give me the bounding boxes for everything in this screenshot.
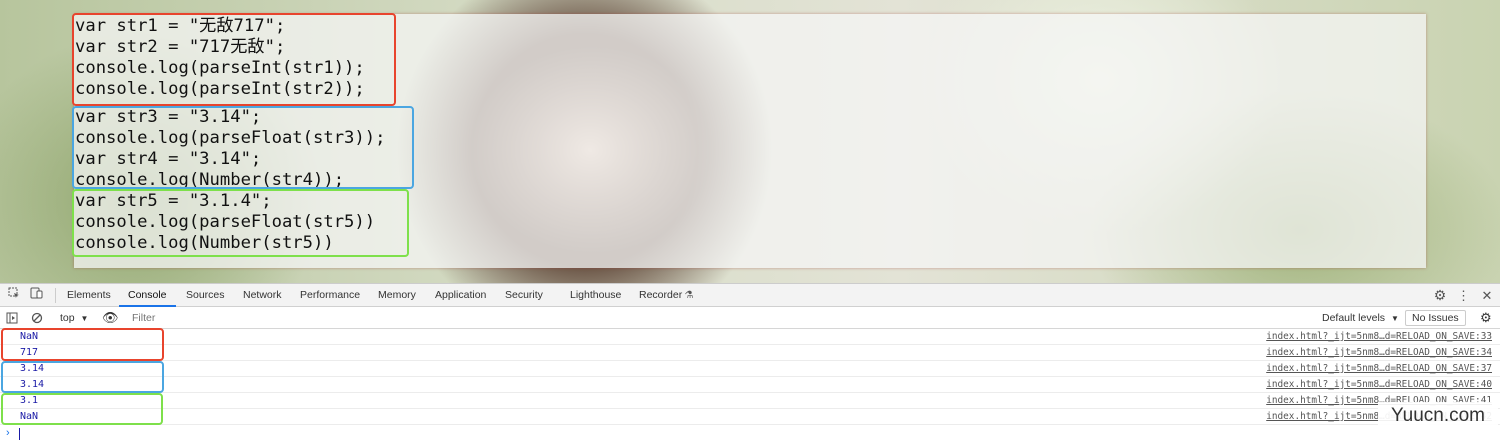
source-link[interactable]: index.html?_ijt=5nm8…d=RELOAD_ON_SAVE:33 [1266,331,1492,342]
more-options-icon[interactable]: ⋮ [1457,284,1470,307]
blue-output-box [1,361,164,393]
red-highlight-box [72,13,396,106]
close-icon[interactable]: ✕ [1480,284,1494,307]
tab-network[interactable]: Network [243,284,282,307]
source-link[interactable]: index.html?_ijt=5nm8…d=RELOAD_ON_SAVE:40 [1266,379,1492,390]
flask-icon: ⚗ [684,290,694,301]
green-output-box [1,393,163,425]
default-levels-label: Default levels [1322,312,1386,324]
console-prompt[interactable]: › [0,425,1500,443]
green-highlight-box [72,189,409,257]
live-expression-eye-icon[interactable]: 👁 [102,307,119,329]
source-link[interactable]: index.html?_ijt=5nm8…d=RELOAD_ON_SAVE:37 [1266,363,1492,374]
console-toolbar: top ▼ 👁 Default levels ▼ No Issues ⚙ [0,307,1500,329]
tab-sources[interactable]: Sources [186,284,225,307]
sidebar-toggle-icon[interactable] [6,307,20,329]
dropdown-arrow-icon: ▼ [80,314,89,323]
console-row: 3.1 index.html?_ijt=5nm8…d=RELOAD_ON_SAV… [0,393,1500,409]
default-levels-dropdown[interactable]: Default levels ▼ [1322,307,1399,329]
context-selector-label: top [60,312,75,324]
red-output-box [1,328,164,361]
console-filter-input[interactable] [128,310,1316,326]
context-selector[interactable]: top ▼ [60,307,88,329]
console-row: 3.14 index.html?_ijt=5nm8…d=RELOAD_ON_SA… [0,377,1500,393]
devtools-panel: Elements Console Sources Network Perform… [0,283,1500,446]
console-row: 3.14 index.html?_ijt=5nm8…d=RELOAD_ON_SA… [0,361,1500,377]
tab-recorder[interactable]: Recorder [639,284,682,307]
tab-performance[interactable]: Performance [300,284,360,307]
tab-memory[interactable]: Memory [378,284,416,307]
prompt-chevron-icon: › [6,427,10,439]
console-messages: NaN index.html?_ijt=5nm8…d=RELOAD_ON_SAV… [0,329,1500,443]
console-row: 717 index.html?_ijt=5nm8…d=RELOAD_ON_SAV… [0,345,1500,361]
tab-console[interactable]: Console [119,284,176,307]
inspect-element-icon[interactable] [6,284,22,307]
console-row: NaN index.html?_ijt=5nm8…d=RELOAD_ON_SAV… [0,409,1500,425]
issues-button[interactable]: No Issues [1405,310,1466,326]
dropdown-arrow-icon: ▼ [1390,314,1399,323]
source-link[interactable]: index.html?_ijt=5nm8…d=RELOAD_ON_SAVE:34 [1266,347,1492,358]
toolbar-divider [55,288,56,303]
console-settings-gear-icon[interactable]: ⚙ [1480,307,1494,329]
clear-console-icon[interactable] [31,307,45,329]
tab-elements[interactable]: Elements [67,284,111,307]
tab-lighthouse[interactable]: Lighthouse [570,284,621,307]
devtools-tabbar: Elements Console Sources Network Perform… [0,284,1500,307]
watermark: Yuucn.com [1378,402,1498,430]
console-row: NaN index.html?_ijt=5nm8…d=RELOAD_ON_SAV… [0,329,1500,345]
tab-application[interactable]: Application [435,284,486,307]
page-viewport: var str1 = "无敌717"; var str2 = "717无敌"; … [0,0,1500,283]
tab-security[interactable]: Security [505,284,543,307]
settings-gear-icon[interactable]: ⚙ [1432,284,1448,307]
blue-highlight-box [72,106,414,189]
device-toolbar-icon[interactable] [27,284,45,307]
text-caret [19,428,20,440]
